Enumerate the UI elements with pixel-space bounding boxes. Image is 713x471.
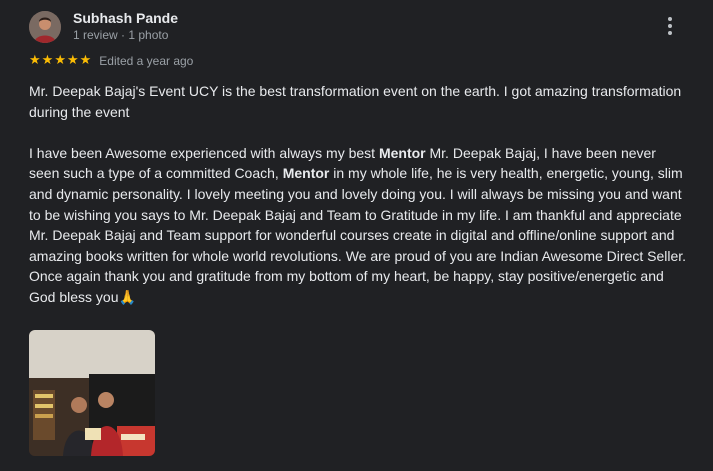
review-paragraph-2a: I have been Awesome experienced with alw… — [29, 144, 379, 161]
review-card: Subhash Pande 1 review · 1 photo ★ ★ ★ ★… — [0, 0, 713, 471]
star-rating: ★ ★ ★ ★ ★ — [29, 54, 91, 68]
review-paragraph-1: Mr. Deepak Bajaj's Event UCY is the best… — [29, 83, 682, 120]
star-icon: ★ — [66, 53, 79, 68]
more-vert-icon — [668, 17, 672, 21]
avatar[interactable] — [29, 11, 61, 43]
review-paragraph-3: Once again thank you and gratitude from … — [29, 268, 664, 305]
star-icon: ★ — [41, 53, 54, 68]
review-photo[interactable] — [29, 330, 155, 456]
rating-row: ★ ★ ★ ★ ★ Edited a year ago — [29, 54, 194, 69]
mentor-highlight: Mentor — [378, 144, 426, 161]
more-options-button[interactable] — [660, 14, 680, 38]
star-icon: ★ — [29, 53, 41, 68]
review-text: Mr. Deepak Bajaj's Event UCY is the best… — [29, 81, 689, 308]
edited-timestamp: Edited a year ago — [99, 54, 194, 68]
author-name[interactable]: Subhash Pande — [73, 10, 178, 26]
star-icon: ★ — [79, 53, 92, 68]
star-icon: ★ — [54, 53, 66, 68]
mentor-highlight: Mentor — [282, 165, 330, 182]
author-meta: 1 review · 1 photo — [73, 28, 169, 42]
